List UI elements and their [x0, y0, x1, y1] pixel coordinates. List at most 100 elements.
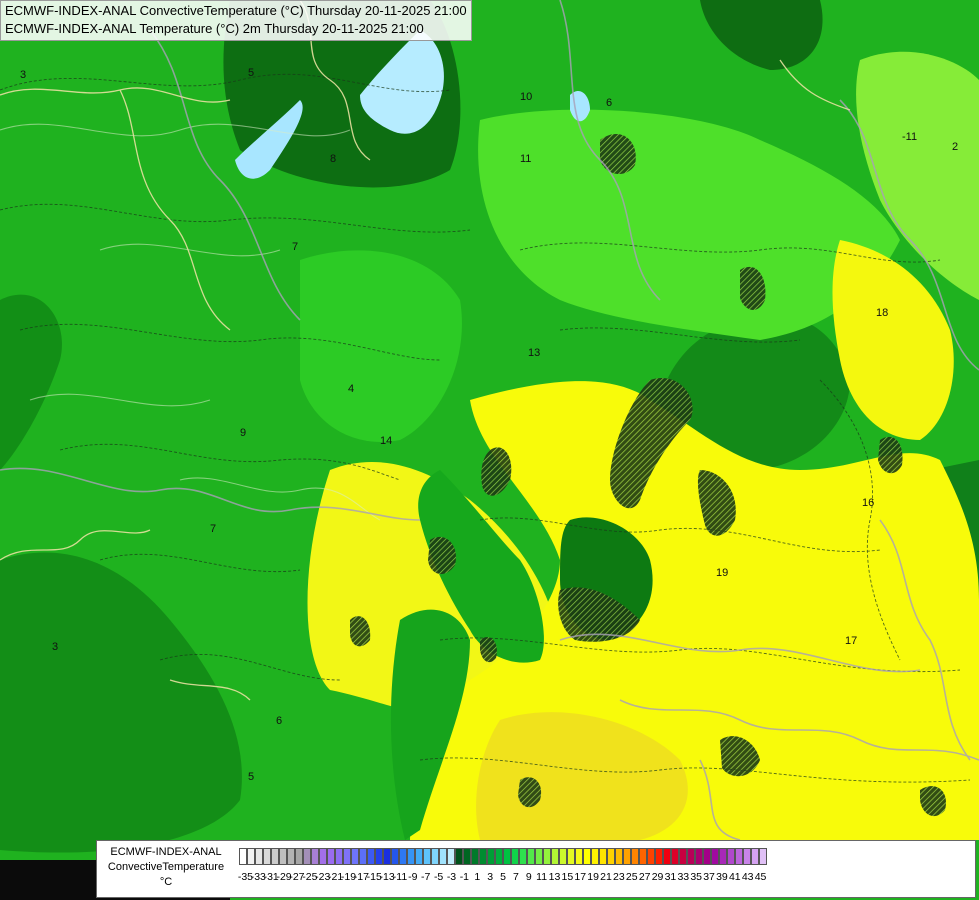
legend-swatch	[543, 848, 551, 865]
contour-label: 5	[248, 67, 254, 79]
legend-swatch	[407, 848, 415, 865]
legend-swatch	[735, 848, 743, 865]
legend-swatch	[719, 848, 727, 865]
legend-swatches	[239, 848, 767, 866]
legend-swatch	[359, 848, 367, 865]
legend-swatch	[567, 848, 575, 865]
legend-swatch	[479, 848, 487, 865]
legend-swatch	[663, 848, 671, 865]
contour-label: 16	[862, 497, 874, 509]
legend-tick-label: -11	[392, 871, 408, 883]
legend-tick-label: 9	[525, 871, 532, 883]
legend-swatch	[383, 848, 391, 865]
legend-tick-label: -3	[446, 871, 457, 883]
legend-tick-label: 23	[613, 871, 625, 883]
legend-swatch	[279, 848, 287, 865]
legend-swatch	[327, 848, 335, 865]
legend-tick-label: 15	[561, 871, 574, 883]
legend-swatch	[511, 848, 519, 865]
legend-tick-label: 11	[536, 871, 548, 883]
legend-swatch	[335, 848, 343, 865]
legend-swatch	[679, 848, 687, 865]
legend-label: ECMWF-INDEX-ANAL ConvectiveTemperature °…	[99, 845, 233, 890]
contour-label: 7	[292, 241, 298, 253]
legend-tick-label: -7	[421, 871, 431, 883]
legend-swatch	[423, 848, 431, 865]
contour-label: 4	[348, 383, 354, 395]
legend-swatch	[631, 848, 639, 865]
legend-swatch	[615, 848, 623, 865]
title-2m-temperature: ECMWF-INDEX-ANAL Temperature (°C) 2m Thu…	[5, 21, 424, 36]
legend-swatch	[655, 848, 663, 865]
legend-tick-label: -9	[408, 871, 418, 883]
contour-label: 13	[528, 347, 540, 359]
legend-swatch	[271, 848, 279, 865]
map-viewer: 3 5 7 9 8 10 11 13 14 16 17 18 19 -11 2 …	[0, 0, 979, 900]
weather-map: 3 5 7 9 8 10 11 13 14 16 17 18 19 -11 2 …	[0, 0, 979, 900]
legend-swatch	[703, 848, 711, 865]
legend-swatch	[471, 848, 479, 865]
legend-swatch	[575, 848, 583, 865]
contour-label: 19	[716, 567, 728, 579]
legend-swatch	[415, 848, 423, 865]
legend-swatch	[535, 848, 543, 865]
legend-swatch	[727, 848, 735, 865]
legend-tick-label: 27	[638, 871, 651, 883]
legend-swatch	[559, 848, 567, 865]
legend-variable: ConvectiveTemperature	[107, 861, 225, 873]
legend-tick-label: 41	[728, 871, 741, 883]
legend-swatch	[671, 848, 679, 865]
contour-label: 11	[520, 153, 531, 165]
contour-label: 17	[845, 635, 857, 647]
legend-tick-label: 31	[664, 871, 677, 883]
contour-label: 8	[330, 153, 336, 165]
legend-tick-label: 37	[703, 871, 715, 883]
legend-tick-label: 21	[600, 871, 612, 883]
legend-swatch	[743, 848, 751, 865]
contour-label: 5	[248, 771, 254, 783]
legend-swatch	[527, 848, 535, 865]
legend-swatch	[607, 848, 615, 865]
contour-label: -11	[902, 131, 917, 143]
legend-tick-label: 39	[716, 871, 728, 883]
contour-label: 9	[240, 427, 246, 439]
legend-swatch	[455, 848, 463, 865]
legend-swatch	[687, 848, 695, 865]
legend-swatch	[351, 848, 359, 865]
legend-swatch	[255, 848, 263, 865]
legend-tick-label: 33	[677, 871, 690, 883]
legend-tick-label: 45	[754, 871, 767, 883]
legend-swatch	[319, 848, 327, 865]
legend-swatch	[263, 848, 271, 865]
legend-swatch	[519, 848, 527, 865]
contour-label: 7	[210, 523, 216, 535]
legend-swatch	[239, 848, 247, 865]
legend-tick-label: 29	[651, 871, 664, 883]
legend-tick-label: 17	[574, 871, 587, 883]
legend-tick-label: 1	[474, 871, 481, 883]
legend-swatch	[343, 848, 351, 865]
map-title-box: ECMWF-INDEX-ANAL ConvectiveTemperature (…	[0, 0, 472, 41]
legend-tick-label: 3	[487, 871, 494, 883]
color-legend: ECMWF-INDEX-ANAL ConvectiveTemperature °…	[96, 840, 976, 898]
legend-swatch	[247, 848, 255, 865]
legend-swatch	[583, 848, 591, 865]
contour-label: 2	[952, 141, 958, 153]
legend-swatch	[431, 848, 439, 865]
contour-label: 3	[52, 641, 58, 653]
legend-swatch	[759, 848, 767, 865]
legend-tick-label: 35	[690, 871, 702, 883]
legend-swatch	[711, 848, 719, 865]
title-convective-temperature: ECMWF-INDEX-ANAL ConvectiveTemperature (…	[5, 3, 467, 18]
legend-tick-label: -1	[459, 871, 470, 883]
legend-swatch	[463, 848, 471, 865]
legend-swatch	[599, 848, 607, 865]
contour-label: 6	[276, 715, 282, 727]
legend-swatch	[591, 848, 599, 865]
legend-swatch	[287, 848, 295, 865]
legend-swatch	[551, 848, 559, 865]
legend-swatch	[295, 848, 303, 865]
legend-tick-label: 43	[741, 871, 754, 883]
legend-swatch	[367, 848, 375, 865]
legend-tick-label: 7	[512, 871, 519, 883]
